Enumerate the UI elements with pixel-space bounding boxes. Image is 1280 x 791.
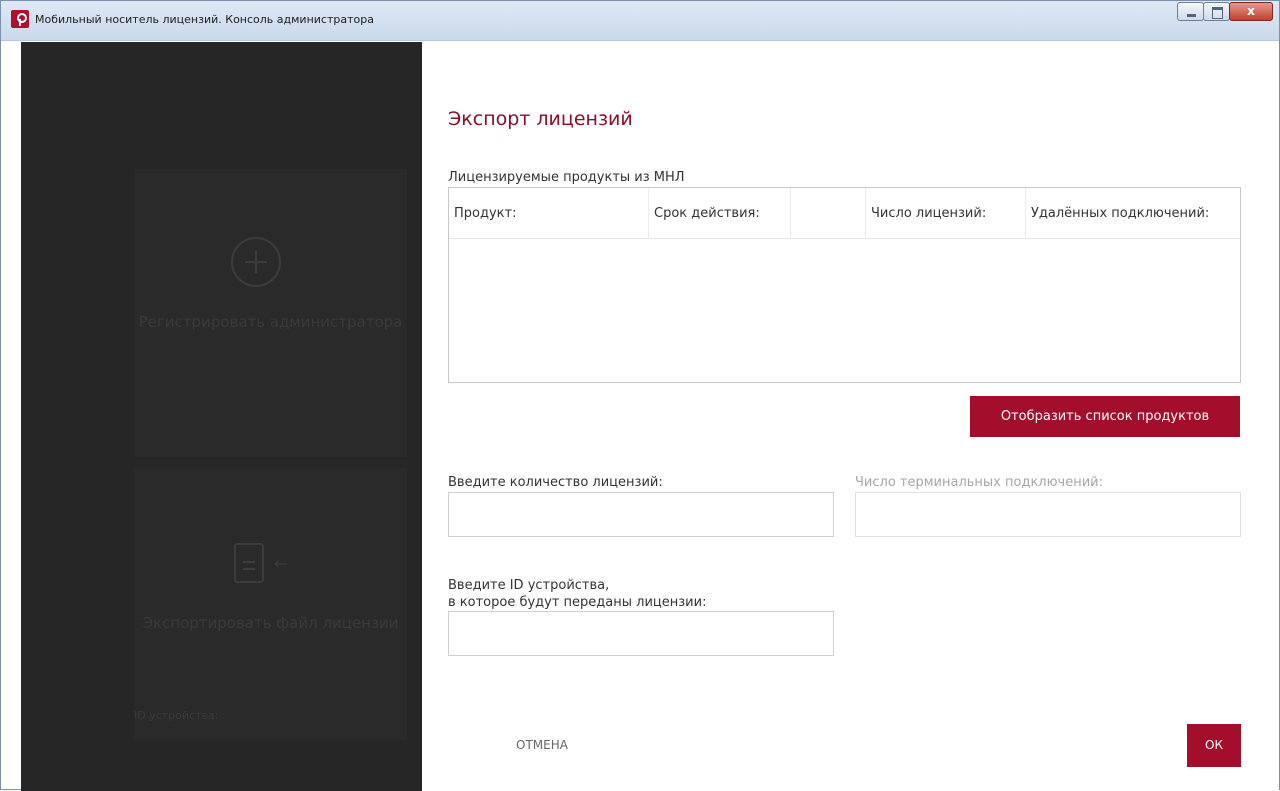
- plus-circle-icon: [231, 237, 281, 287]
- products-label: Лицензируемые продукты из МНЛ: [448, 170, 685, 185]
- table-header: Продукт: Срок действия: Число лицензий: …: [449, 188, 1240, 239]
- cancel-button[interactable]: ОТМЕНА: [512, 738, 572, 756]
- col-licenses: Число лицензий:: [866, 188, 1026, 239]
- col-empty: [791, 188, 866, 239]
- close-button[interactable]: x: [1229, 2, 1273, 21]
- export-license-label: Экспортировать файл лицензии: [142, 614, 399, 632]
- arrow-left-icon: ←: [274, 554, 288, 573]
- close-icon: x: [1247, 4, 1255, 18]
- col-remote: Удалённых подключений:: [1031, 206, 1210, 221]
- show-products-button[interactable]: Отобразить список продуктов: [970, 396, 1240, 437]
- products-table[interactable]: Продукт: Срок действия: Число лицензий: …: [448, 187, 1241, 383]
- terminal-connections-input[interactable]: [855, 492, 1241, 537]
- license-count-label: Введите количество лицензий:: [448, 475, 663, 490]
- device-id-input[interactable]: [448, 611, 834, 656]
- device-id-label-line1: Введите ID устройства,: [448, 578, 610, 593]
- export-panel: Экспорт лицензий Лицензируемые продукты …: [422, 42, 1279, 790]
- file-icon: [234, 543, 264, 583]
- register-admin-tile[interactable]: Регистрировать администратора: [134, 169, 407, 457]
- device-id-label-line2: в которое будут переданы лицензии:: [448, 595, 707, 610]
- title-bar: Мобильный носитель лицензий. Консоль адм…: [1, 1, 1279, 41]
- app-window: Мобильный носитель лицензий. Консоль адм…: [0, 0, 1280, 791]
- maximize-button[interactable]: [1203, 2, 1230, 21]
- window-controls: x: [1177, 2, 1273, 21]
- col-expiry: Срок действия:: [649, 188, 791, 239]
- window-title: Мобильный носитель лицензий. Консоль адм…: [35, 13, 374, 26]
- key-icon: [11, 10, 29, 28]
- col-product: Продукт:: [449, 188, 649, 239]
- minimize-button[interactable]: [1177, 2, 1204, 21]
- page-title: Экспорт лицензий: [448, 108, 633, 130]
- sidebar: Регистрировать администратора ← Экспорти…: [21, 42, 422, 791]
- license-count-input[interactable]: [448, 492, 834, 537]
- terminal-connections-label: Число терминальных подключений:: [855, 475, 1104, 490]
- register-admin-label: Регистрировать администратора: [138, 313, 403, 331]
- device-id-caption: ID устройства:: [134, 709, 219, 722]
- export-license-tile[interactable]: ← Экспортировать файл лицензии: [134, 468, 407, 740]
- ok-button[interactable]: ОК: [1187, 724, 1241, 767]
